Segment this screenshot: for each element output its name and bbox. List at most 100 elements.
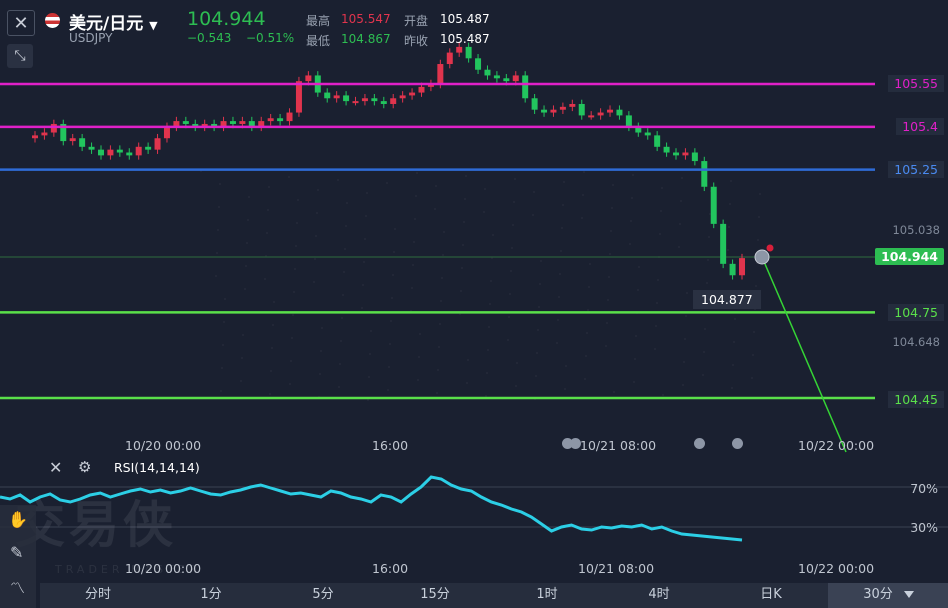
- candle-body: [88, 146, 95, 150]
- candle-body: [625, 115, 632, 127]
- candle-body: [720, 223, 727, 264]
- candle-body: [673, 152, 680, 156]
- dropdown-triangle-icon[interactable]: [904, 591, 914, 598]
- trend-line-end-dot[interactable]: [766, 244, 774, 252]
- candle-body: [409, 92, 416, 96]
- event-marker-icon[interactable]: [570, 438, 581, 449]
- candle-body: [682, 152, 689, 156]
- timeframe-tab-active[interactable]: 30分: [858, 583, 898, 607]
- candle-body: [437, 64, 444, 84]
- candle-body: [739, 258, 745, 276]
- level-tag-104-45[interactable]: 104.45: [888, 391, 944, 408]
- settings-icon[interactable]: ⚙: [78, 458, 91, 476]
- candle-body: [588, 115, 595, 118]
- high-value: 105.547: [341, 12, 391, 26]
- rsi-time-label: 16:00: [372, 561, 409, 576]
- axis-tick: 104.648: [892, 335, 940, 349]
- candle-body: [597, 112, 604, 116]
- candle-body: [229, 121, 236, 124]
- timeframe-tab[interactable]: 日K: [743, 583, 799, 607]
- candle-body: [446, 52, 453, 65]
- open-label: 开盘: [404, 14, 429, 28]
- candle-body: [97, 149, 104, 156]
- candle-body: [465, 46, 472, 59]
- pen-icon[interactable]: ✎: [10, 543, 23, 562]
- chevron-down-icon[interactable]: ▼: [149, 19, 157, 32]
- collapse-icon[interactable]: ⤡: [7, 44, 33, 68]
- candle-body: [493, 75, 500, 79]
- symbol-code: USDJPY: [69, 31, 113, 45]
- candle-body: [569, 103, 576, 107]
- prev-close-value: 105.487: [440, 32, 490, 46]
- candle-body: [361, 98, 368, 102]
- trend-line[interactable]: [761, 256, 847, 453]
- watermark-logo: 交易侠: [15, 496, 177, 554]
- rsi-70-label: 70%: [910, 481, 938, 496]
- candle-body: [69, 138, 76, 142]
- time-label: 10/20 00:00: [125, 438, 202, 453]
- candle-body: [116, 149, 123, 153]
- candle-body: [154, 138, 161, 150]
- time-label: 16:00: [372, 438, 409, 453]
- timeframe-tab[interactable]: 1时: [519, 583, 575, 607]
- candle-body: [324, 92, 331, 99]
- timeframe-tab[interactable]: 5分: [295, 583, 351, 607]
- brush-icon[interactable]: ✋: [8, 510, 28, 529]
- candle-body: [41, 132, 48, 136]
- candle-body: [531, 98, 538, 110]
- candle-body: [145, 146, 152, 150]
- timeframe-tab[interactable]: 15分: [407, 583, 463, 607]
- candle-body: [512, 75, 519, 82]
- candle-body: [644, 132, 651, 136]
- candle-body: [135, 146, 142, 156]
- candle-body: [475, 58, 482, 70]
- level-tag-105-55[interactable]: 105.55: [888, 75, 944, 92]
- candle-body: [541, 109, 548, 113]
- price-change-pct: −0.51%: [246, 31, 295, 45]
- candle-body: [107, 149, 114, 156]
- candle-body: [691, 152, 698, 162]
- timeframe-bar: [40, 583, 948, 608]
- candle-body: [333, 95, 340, 99]
- rsi-time-label: 10/21 08:00: [578, 561, 655, 576]
- low-label: 最低: [306, 34, 331, 48]
- candle-body: [286, 112, 293, 122]
- candle-body: [390, 98, 397, 104]
- indicator-icon[interactable]: 〽: [10, 577, 25, 598]
- trend-line-start-handle[interactable]: [754, 249, 770, 265]
- candle-body: [239, 121, 246, 124]
- candle-body: [729, 263, 736, 276]
- level-tag-105-25[interactable]: 105.25: [888, 161, 944, 178]
- timeframe-tab[interactable]: 4时: [631, 583, 687, 607]
- candle-body: [578, 103, 585, 116]
- candle-body: [456, 46, 463, 53]
- level-tag-104-75[interactable]: 104.75: [888, 304, 944, 321]
- candle-body: [616, 109, 623, 116]
- candle-body: [380, 101, 387, 104]
- event-marker-icon[interactable]: [694, 438, 705, 449]
- event-marker-icon[interactable]: [732, 438, 743, 449]
- current-price: 104.944: [187, 8, 266, 30]
- candle-body: [79, 138, 86, 147]
- close-button[interactable]: ✕: [7, 10, 35, 36]
- candle-body: [522, 75, 529, 99]
- flag-icon: [45, 13, 60, 28]
- candle-body: [710, 186, 717, 224]
- level-tag-105-4[interactable]: 105.4: [896, 118, 944, 135]
- candle-body: [182, 121, 189, 124]
- watermark-sub: TRADER MASTER: [55, 563, 201, 576]
- open-value: 105.487: [440, 12, 490, 26]
- candle-body: [559, 106, 566, 110]
- rsi-30-label: 30%: [910, 520, 938, 535]
- candle-body: [295, 81, 302, 113]
- candle-body: [163, 126, 170, 139]
- candle-body: [399, 95, 406, 99]
- timeframe-tab[interactable]: 分时: [70, 583, 126, 607]
- rsi-time-label: 10/22 00:00: [798, 561, 875, 576]
- close-indicator-icon[interactable]: ✕: [49, 458, 62, 477]
- candle-body: [50, 123, 57, 133]
- candle-body: [277, 118, 284, 122]
- candle-body: [371, 98, 378, 102]
- timeframe-tab[interactable]: 1分: [183, 583, 239, 607]
- candle-body: [503, 78, 510, 82]
